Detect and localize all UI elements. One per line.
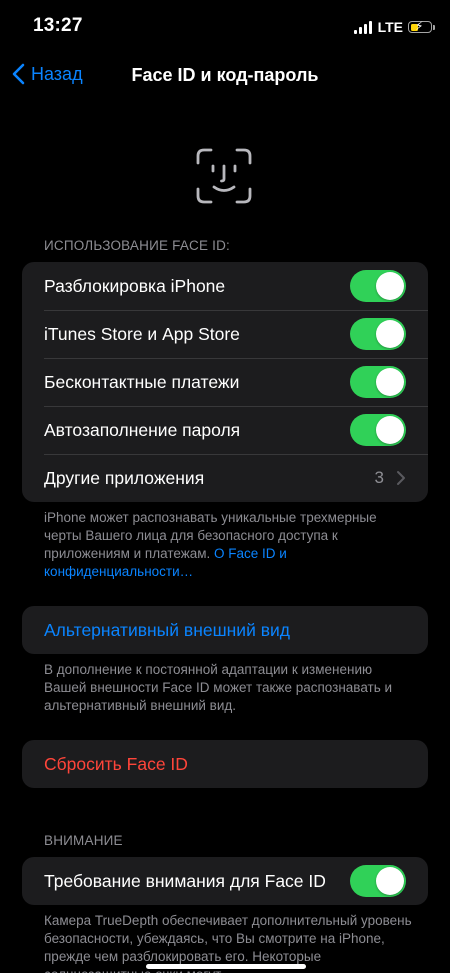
alternate-appearance-label: Альтернативный внешний вид	[44, 619, 290, 640]
home-indicator	[146, 964, 306, 969]
alternate-appearance-button[interactable]: Альтернативный внешний вид	[22, 606, 428, 654]
alternate-appearance-footer: В дополнение к постоянной адаптации к из…	[44, 662, 393, 713]
row-label: Бесконтактные платежи	[44, 371, 240, 392]
reset-face-id-label: Сбросить Face ID	[44, 753, 188, 774]
charging-bolt-icon: ⚡	[415, 19, 424, 33]
face-id-icon	[196, 148, 252, 204]
row-label: Автозаполнение пароля	[44, 419, 241, 440]
contactless-payments-toggle[interactable]	[350, 366, 406, 398]
row-label: Разблокировка iPhone	[44, 275, 226, 296]
face-id-footer: iPhone может распознавать уникальные тре…	[44, 509, 414, 581]
page-title: Face ID и код-пароль	[131, 65, 319, 85]
face-id-usage-group: Разблокировка iPhone iTunes Store и App …	[22, 262, 428, 502]
navigation-bar: Назад Face ID и код-пароль	[0, 54, 450, 98]
section-header-face-id: ИСПОЛЬЗОВАНИЕ FACE ID:	[44, 238, 231, 253]
status-time: 13:27	[33, 15, 83, 36]
row-require-attention: Требование внимания для Face ID	[22, 857, 428, 905]
row-label: iTunes Store и App Store	[44, 323, 240, 344]
reset-face-id-button[interactable]: Сбросить Face ID	[22, 740, 428, 788]
face-id-footer-text: iPhone может распознавать уникальные тре…	[44, 510, 377, 561]
section-header-attention: ВНИМАНИЕ	[44, 833, 123, 848]
reset-face-id-group: Сбросить Face ID	[22, 740, 428, 788]
status-bar: 13:27 LTE ⚡	[0, 0, 450, 54]
chevron-right-icon	[397, 471, 405, 485]
network-type: LTE	[377, 19, 403, 35]
row-itunes-app-store: iTunes Store и App Store	[22, 310, 428, 358]
row-unlock-iphone: Разблокировка iPhone	[22, 262, 428, 310]
status-indicators: LTE ⚡	[353, 18, 435, 36]
battery-icon: ⚡	[408, 19, 435, 33]
row-password-autofill: Автозаполнение пароля	[22, 406, 428, 454]
attention-group: Требование внимания для Face ID	[22, 857, 428, 905]
row-label: Другие приложения	[44, 467, 205, 488]
password-autofill-toggle[interactable]	[350, 414, 406, 446]
alternate-appearance-group: Альтернативный внешний вид	[22, 606, 428, 654]
unlock-iphone-toggle[interactable]	[350, 270, 406, 302]
row-other-apps[interactable]: Другие приложения 3	[22, 454, 428, 502]
other-apps-count: 3	[374, 468, 384, 487]
row-contactless-payments: Бесконтактные платежи	[22, 358, 428, 406]
itunes-app-store-toggle[interactable]	[350, 318, 406, 350]
row-label: Требование внимания для Face ID	[44, 870, 326, 891]
require-attention-toggle[interactable]	[350, 865, 406, 897]
signal-icon	[353, 20, 372, 34]
